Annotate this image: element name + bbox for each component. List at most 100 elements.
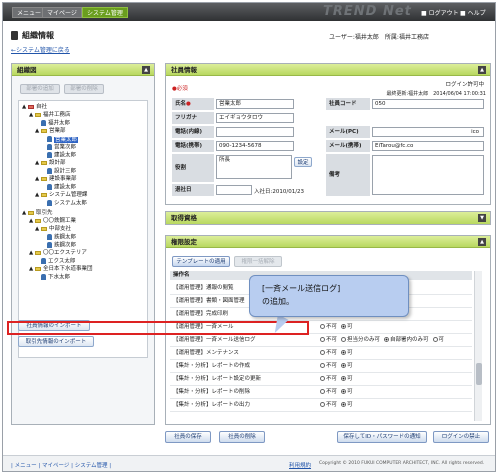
person-icon (41, 258, 46, 264)
mail-pc-input[interactable]: ico (372, 127, 484, 137)
terms-link[interactable]: 利用規約 (289, 461, 311, 469)
expand-icon[interactable]: ▼ (478, 214, 486, 222)
tree-node[interactable]: 設計三郎 (47, 168, 76, 176)
name-input[interactable]: 営業太郎 (216, 99, 294, 109)
tree-label: 〇〇鉄鋼工業 (42, 218, 76, 224)
collapse-icon[interactable]: ▲ (142, 66, 150, 74)
permission-options: 不可 可 (316, 386, 353, 399)
disable-login-button[interactable]: ログインの禁止 (433, 431, 489, 443)
tree-node[interactable]: 建設太郎 (47, 152, 76, 160)
radio-label: 不可 (326, 402, 338, 408)
retire-date-input[interactable] (216, 185, 252, 195)
label-mail-mobile: メール(携帯) (326, 140, 370, 152)
tree-node[interactable]: ▲ 建設事業部 (35, 176, 77, 183)
role-field[interactable]: 所長 (216, 155, 292, 179)
radio-button[interactable] (320, 337, 325, 342)
tree-node[interactable]: 鉄鋼太郎 (47, 234, 76, 242)
tab-mypage[interactable]: マイページ (42, 7, 82, 18)
back-link[interactable]: ←システム管理に戻る (11, 45, 70, 54)
tab-system-admin[interactable]: システム管理 (82, 7, 128, 18)
save-staff-button[interactable]: 社員の保存 (165, 431, 211, 443)
person-icon (41, 120, 46, 126)
folder-icon (27, 210, 34, 215)
notes-input[interactable] (372, 155, 484, 195)
radio-button[interactable] (341, 402, 347, 407)
mail-mobile-input[interactable]: EiTarou@fc.co (372, 141, 484, 151)
tel-ext-input[interactable] (216, 127, 294, 137)
user-info: ユーザー:福井太郎 所属:福井工務店 (329, 32, 429, 41)
tree-node[interactable]: ▲ 〇〇エクステリア (29, 250, 87, 257)
radio-button[interactable] (320, 402, 325, 407)
qualifications-header[interactable]: 取得資格 ▼ (166, 212, 490, 224)
tree-node[interactable]: ▲ 営業部 (35, 128, 66, 135)
tree-node[interactable]: ▲ 取引先 (22, 210, 53, 217)
tree-node[interactable]: ▲ 全日本下水道事業団 (29, 266, 93, 273)
collapse-icon[interactable]: ▲ (478, 238, 486, 246)
tree-node[interactable]: 鉄鋼次郎 (47, 242, 76, 250)
import-client-button[interactable]: 取引先情報のインポート (18, 336, 94, 347)
person-icon (47, 136, 52, 142)
radio-button[interactable] (320, 363, 325, 368)
radio-button[interactable] (320, 324, 325, 329)
delete-staff-button[interactable]: 社員の削除 (219, 431, 265, 443)
radio-button[interactable] (320, 350, 325, 355)
logout-link[interactable]: ■ ログアウト (421, 8, 459, 17)
label-text: 氏名 (175, 101, 187, 107)
tree-node[interactable]: ▲ 設計部 (35, 160, 66, 167)
person-icon (47, 184, 52, 190)
tree-node[interactable]: システム太郎 (47, 200, 87, 208)
org-chart-title: 組織図 (17, 66, 37, 74)
kana-input[interactable]: エイギョウタロウ (216, 113, 294, 123)
footer-links[interactable]: | メニュー | マイページ | システム管理 | (11, 461, 111, 469)
scroll-thumb[interactable] (476, 363, 482, 385)
radio-button[interactable] (341, 389, 347, 394)
clear-permissions-button[interactable]: 権限一括解除 (234, 256, 282, 267)
tree-node[interactable]: エクス太郎 (41, 258, 75, 266)
tree-node[interactable]: 下水太郎 (41, 274, 70, 282)
tree-label: 建設事業部 (48, 176, 77, 182)
tree-label: 鉄鋼次郎 (54, 242, 77, 249)
radio-button[interactable] (341, 376, 347, 381)
radio-button[interactable] (320, 389, 325, 394)
radio-label: 可 (347, 376, 353, 382)
tree-label: 鉄鋼太郎 (54, 234, 77, 241)
radio-button[interactable] (341, 324, 347, 329)
save-notify-button[interactable]: 保存してID・パスワードの通知 (337, 431, 427, 443)
annotation-callout: [一斉メール送信ログ] の追加。 (249, 275, 409, 317)
role-settings-button[interactable]: 設定 (294, 157, 312, 167)
staff-code-input[interactable]: 050 (372, 99, 484, 109)
tree-node[interactable]: ▲ 中部支社 (35, 226, 71, 233)
permission-options: 不可 担当分のみ可 自部署内のみ可 可 (316, 334, 444, 347)
tree-node[interactable]: 営業次郎 (47, 144, 76, 152)
tab-menu[interactable]: メニュー (12, 7, 47, 18)
tree-node[interactable]: ▲ 福井工務店 (29, 112, 71, 119)
person-icon (41, 274, 46, 280)
radio-button[interactable] (384, 337, 390, 342)
radio-button[interactable] (341, 350, 347, 355)
radio-button[interactable] (341, 337, 347, 342)
staff-info-title: 社員情報 (171, 66, 197, 74)
tree-label: 建設太郎 (54, 184, 77, 191)
radio-button[interactable] (320, 376, 325, 381)
radio-button[interactable] (432, 337, 438, 342)
tree-node[interactable]: ▲ 〇〇鉄鋼工業 (29, 218, 76, 225)
person-icon (47, 168, 52, 174)
radio-button[interactable] (341, 363, 347, 368)
tree-label: 取引先 (35, 210, 53, 216)
add-dept-button[interactable]: 部署の追加 (20, 84, 60, 94)
app-window: メニュー マイページ システム管理 TREND Net ■ ログアウト ■ ヘル… (2, 2, 496, 472)
tree-node[interactable]: 建設太郎 (47, 184, 76, 192)
tel-mobile-input[interactable]: 090-1234-5678 (216, 141, 294, 151)
tree-node[interactable]: ▲ 自社 (22, 104, 47, 111)
permission-name: 【集計・分析】レポート設定の更新 (173, 376, 262, 382)
tree-node[interactable]: 福井太郎 (41, 120, 70, 128)
help-link[interactable]: ■ ヘルプ (460, 8, 486, 17)
tree-label: システム管理課 (48, 192, 88, 198)
permissions-scrollbar[interactable] (474, 271, 482, 421)
callout-line2: の追加。 (262, 297, 294, 306)
tree-node[interactable]: ▲ システム管理課 (35, 192, 87, 199)
delete-dept-button[interactable]: 部署の削除 (64, 84, 104, 94)
tree-node-selected[interactable]: 営業太郎 (47, 136, 79, 144)
apply-template-button[interactable]: テンプレートの適用 (172, 256, 230, 267)
collapse-icon[interactable]: ▲ (478, 66, 486, 74)
